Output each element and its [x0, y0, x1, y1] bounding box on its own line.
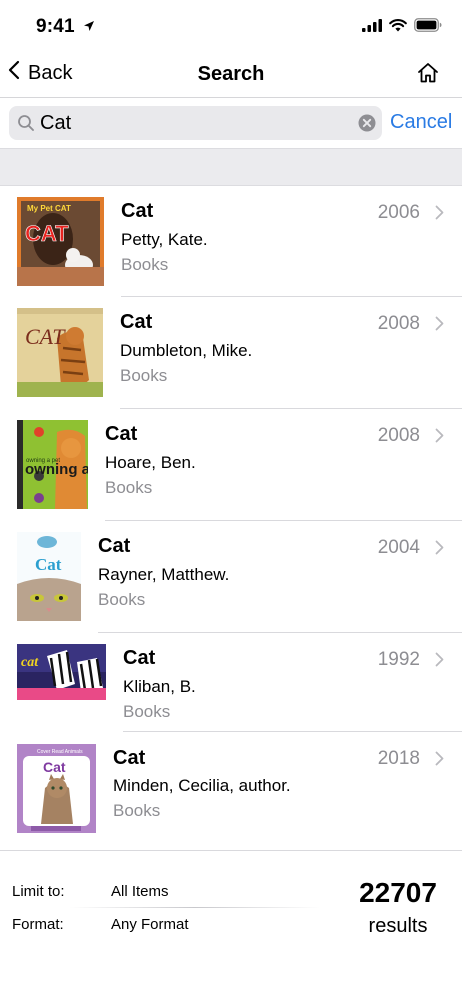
- svg-text:Cover Read Animals: Cover Read Animals: [37, 749, 83, 755]
- result-row[interactable]: CAT Cat Dumbleton, Mike. Books 2008: [0, 297, 462, 409]
- result-year: 1992: [377, 649, 420, 670]
- chevron-right-icon: [435, 751, 444, 771]
- search-input[interactable]: [40, 109, 340, 137]
- cover-text: Cat: [43, 759, 66, 775]
- nav-bar: Back Search: [0, 56, 462, 98]
- home-icon: [416, 63, 440, 89]
- result-count: 22707: [359, 877, 437, 908]
- cancel-button[interactable]: Cancel: [390, 111, 452, 134]
- back-label: Back: [28, 61, 73, 84]
- chevron-right-icon: [435, 205, 444, 225]
- result-title: Cat: [113, 747, 146, 769]
- result-format: Books: [113, 801, 161, 820]
- result-title: Cat: [121, 200, 154, 222]
- result-author: Kliban, B.: [123, 677, 196, 696]
- book-cover-image: CAT: [17, 308, 103, 397]
- book-cover-image: Cat: [17, 532, 81, 621]
- format-selector[interactable]: Any Format: [111, 916, 189, 933]
- result-author: Rayner, Matthew.: [98, 565, 230, 584]
- chevron-right-icon: [435, 652, 444, 672]
- location-arrow-icon: [83, 20, 95, 35]
- wifi-icon: [389, 18, 407, 37]
- search-icon: [17, 114, 35, 137]
- result-title: Cat: [123, 647, 156, 669]
- book-cover-image: Cover Read Animals Cat: [17, 744, 96, 833]
- chevron-left-icon: [8, 60, 28, 86]
- result-author: Hoare, Ben.: [105, 453, 196, 472]
- result-year: 2008: [377, 313, 420, 334]
- cover-text: owning a pet CAT: [25, 461, 88, 478]
- signal-icon: [362, 18, 382, 37]
- result-row[interactable]: Cat Cat Rayner, Matthew. Books 2004: [0, 521, 462, 633]
- result-row[interactable]: Cover Read Animals Cat Cat Minden, Cecil…: [0, 732, 462, 849]
- limit-label: Limit to:: [12, 883, 65, 900]
- cover-text: My Pet CAT: [27, 204, 71, 213]
- result-format: Books: [123, 702, 171, 721]
- home-button[interactable]: [416, 61, 440, 90]
- svg-text:CAT: CAT: [25, 221, 69, 246]
- result-format: Books: [120, 366, 168, 385]
- battery-icon: [414, 18, 442, 37]
- section-spacer: [0, 148, 462, 186]
- result-row[interactable]: owning a pet owning a pet CAT Cat Hoare,…: [0, 409, 462, 521]
- result-row[interactable]: cat Cat Kliban, B. Books 1992: [0, 633, 462, 732]
- search-bar: Cancel: [0, 98, 462, 148]
- results-list: My Pet CAT CAT Cat Petty, Kate. Books 20…: [0, 186, 462, 849]
- result-year: 2018: [377, 748, 420, 769]
- result-author: Dumbleton, Mike.: [120, 341, 253, 360]
- chevron-right-icon: [435, 428, 444, 448]
- chevron-right-icon: [435, 316, 444, 336]
- search-field[interactable]: [9, 106, 382, 140]
- result-year: 2004: [377, 537, 420, 558]
- result-count-label: results: [368, 915, 428, 937]
- result-format: Books: [121, 255, 169, 274]
- results-footer: Limit to: All Items Format: Any Format 2…: [0, 850, 462, 1000]
- book-cover-image: cat: [17, 644, 106, 700]
- result-title: Cat: [105, 423, 138, 445]
- result-format: Books: [105, 478, 153, 497]
- result-format: Books: [98, 590, 146, 609]
- limit-selector[interactable]: All Items: [111, 883, 169, 900]
- status-time-text: 9:41: [36, 16, 75, 37]
- format-label: Format:: [12, 916, 64, 933]
- book-cover-image: owning a pet owning a pet CAT: [17, 420, 88, 509]
- cover-text: cat: [21, 655, 39, 670]
- status-icons: [362, 18, 442, 37]
- status-time: 9:41: [36, 16, 95, 38]
- cover-text: Cat: [35, 555, 62, 574]
- status-bar: 9:41: [0, 0, 462, 56]
- result-author: Minden, Cecilia, author.: [113, 776, 291, 795]
- result-year: 2006: [377, 202, 420, 223]
- clear-icon[interactable]: [358, 114, 376, 137]
- result-row[interactable]: My Pet CAT CAT Cat Petty, Kate. Books 20…: [0, 186, 462, 297]
- back-button[interactable]: Back: [8, 60, 72, 86]
- result-title: Cat: [98, 535, 131, 557]
- result-title: Cat: [120, 311, 153, 333]
- footer-divider: [70, 907, 320, 908]
- result-author: Petty, Kate.: [121, 230, 208, 249]
- book-cover-image: My Pet CAT CAT: [17, 197, 104, 286]
- result-year: 2008: [377, 425, 420, 446]
- chevron-right-icon: [435, 540, 444, 560]
- cover-text: CAT: [25, 324, 66, 349]
